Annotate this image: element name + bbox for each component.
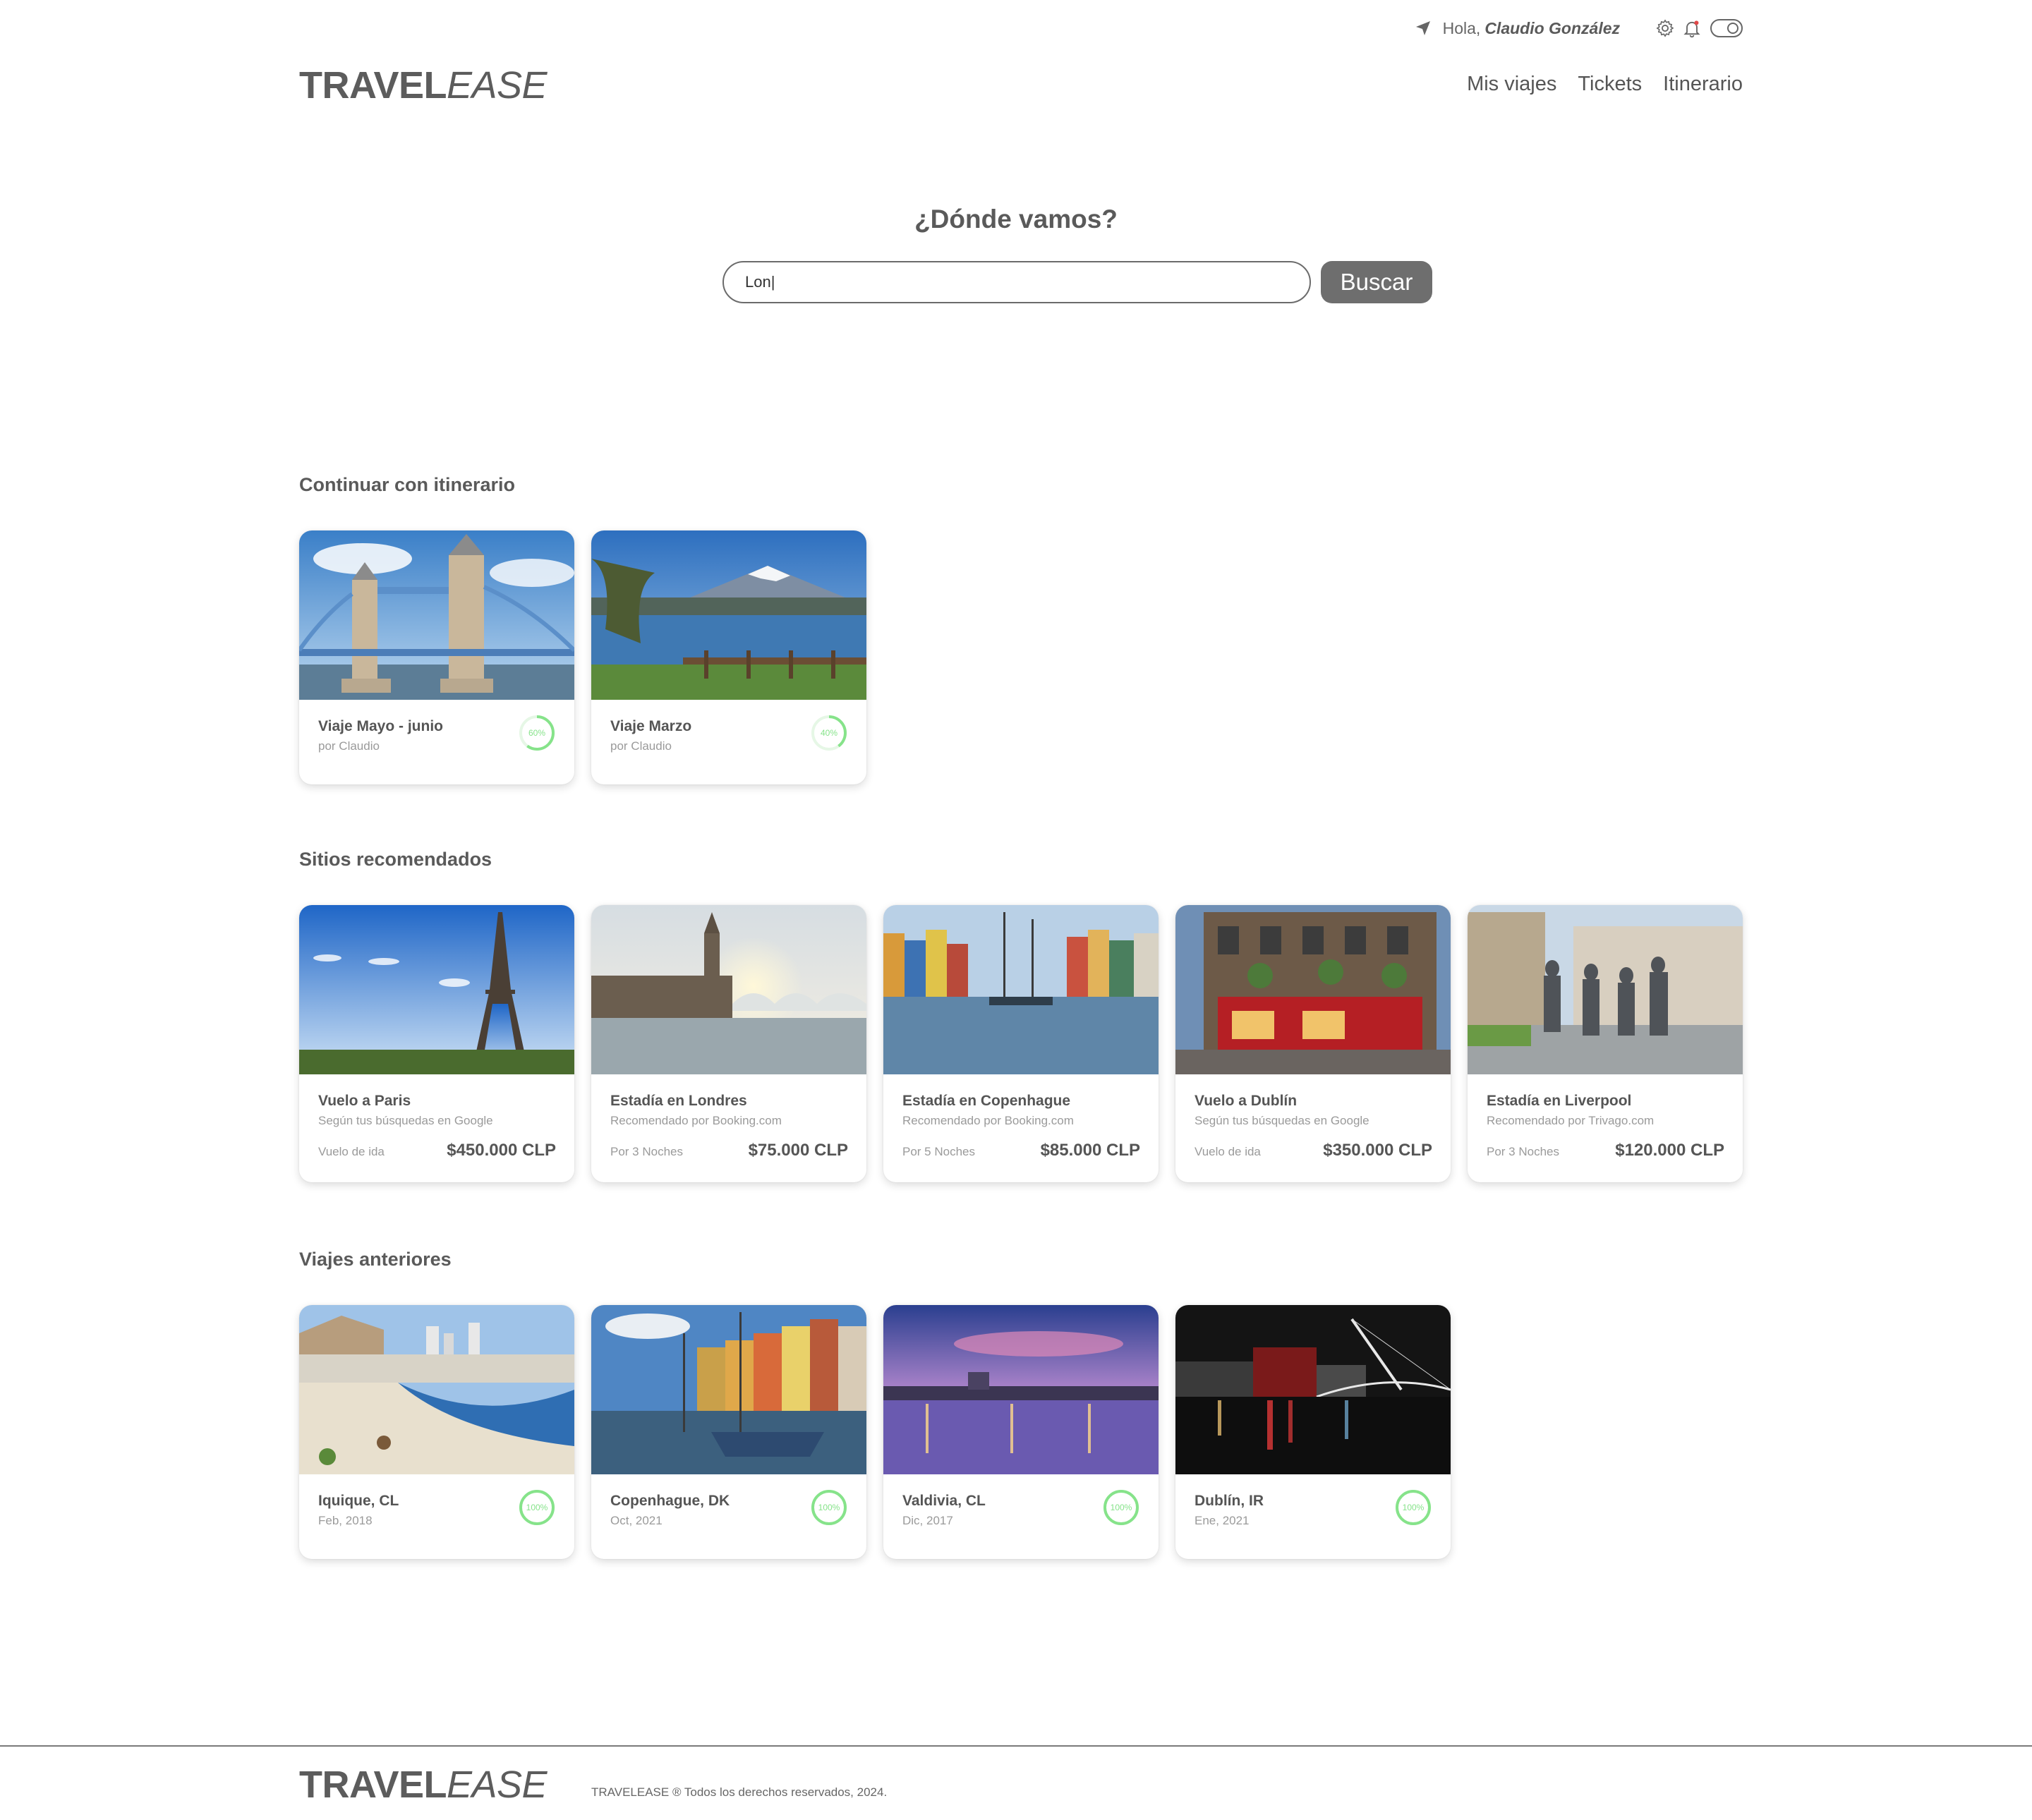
progress-ring: 60%	[518, 714, 556, 752]
card-image-eiffel-tower	[299, 905, 574, 1074]
footer-logo-italic: EASE	[447, 1764, 548, 1806]
previous-card[interactable]: Iquique, CL Feb, 2018 100%	[299, 1305, 574, 1559]
card-image-dublin-night	[1175, 1305, 1451, 1474]
card-price: $75.000 CLP	[748, 1141, 848, 1160]
logo-italic: EASE	[447, 64, 548, 107]
section-title-recommended: Sitios recomendados	[299, 849, 492, 870]
card-image-valdivia	[883, 1305, 1159, 1474]
card-meta: Por 3 Noches	[1487, 1145, 1559, 1158]
card-image-volcano-lake	[591, 530, 866, 700]
logo-bold: TRAVEL	[299, 64, 447, 107]
card-title: Vuelo a Dublín	[1195, 1093, 1298, 1109]
card-meta: Vuelo de ida	[1195, 1145, 1261, 1158]
card-subtitle: Según tus búsquedas en Google	[1195, 1114, 1369, 1127]
card-image-tower-bridge	[299, 530, 574, 700]
card-image-big-ben	[591, 905, 866, 1074]
search-bar: Buscar	[722, 261, 1432, 303]
card-title: Estadía en Londres	[610, 1093, 747, 1109]
recommended-card[interactable]: Estadía en Copenhague Recomendado por Bo…	[883, 905, 1159, 1182]
card-image-nyhavn	[883, 905, 1159, 1074]
progress-ring: 100%	[1102, 1488, 1140, 1527]
recommended-card[interactable]: Estadía en Londres Recomendado por Booki…	[591, 905, 866, 1182]
footer-copyright: TRAVELEASE ® Todos los derechos reservad…	[591, 1785, 888, 1799]
previous-card[interactable]: Copenhague, DK Oct, 2021 100%	[591, 1305, 866, 1559]
card-title: Vuelo a Paris	[318, 1093, 411, 1109]
progress-ring: 100%	[810, 1488, 848, 1527]
gear-icon[interactable]	[1655, 18, 1675, 38]
card-subtitle: Recomendado por Trivago.com	[1487, 1114, 1655, 1127]
card-price: $450.000 CLP	[447, 1141, 556, 1160]
card-subtitle: Recomendado por Booking.com	[902, 1114, 1074, 1127]
location-arrow-icon	[1415, 21, 1430, 35]
theme-toggle[interactable]	[1710, 19, 1743, 37]
itinerary-cards: Viaje Mayo - junio por Claudio 60% Viaje…	[299, 530, 866, 784]
progress-ring: 40%	[810, 714, 848, 752]
user-name[interactable]: Claudio González	[1484, 19, 1620, 38]
section-title-previous: Viajes anteriores	[299, 1249, 452, 1270]
user-greeting: Hola, Claudio González	[1415, 19, 1620, 38]
recommended-cards: Vuelo a Paris Según tus búsquedas en Goo…	[299, 905, 1743, 1182]
card-price: $350.000 CLP	[1323, 1141, 1432, 1160]
nav-itinerario[interactable]: Itinerario	[1663, 73, 1743, 96]
progress-label: 40%	[820, 728, 838, 738]
card-title: Estadía en Copenhague	[902, 1093, 1071, 1109]
card-title: Estadía en Liverpool	[1487, 1093, 1632, 1109]
main-nav: Mis viajes Tickets Itinerario	[1467, 73, 1743, 96]
card-subtitle: Según tus búsquedas en Google	[318, 1114, 493, 1127]
topbar: Hola, Claudio González	[1415, 17, 1743, 40]
greeting-text: Hola,	[1442, 18, 1481, 37]
search-button[interactable]: Buscar	[1321, 261, 1432, 303]
card-subtitle: Recomendado por Booking.com	[610, 1114, 782, 1127]
nav-tickets[interactable]: Tickets	[1578, 73, 1642, 96]
previous-cards: Iquique, CL Feb, 2018 100% Copenhague, D…	[299, 1305, 1451, 1559]
card-meta: Por 5 Noches	[902, 1145, 975, 1158]
itinerary-card[interactable]: Viaje Mayo - junio por Claudio 60%	[299, 530, 574, 784]
recommended-card[interactable]: Estadía en Liverpool Recomendado por Tri…	[1468, 905, 1743, 1182]
top-icons	[1655, 18, 1743, 38]
itinerary-card[interactable]: Viaje Marzo por Claudio 40%	[591, 530, 866, 784]
card-image-iquique	[299, 1305, 574, 1474]
card-image-temple-bar	[1175, 905, 1451, 1074]
progress-label: 100%	[526, 1503, 548, 1512]
progress-label: 100%	[818, 1503, 840, 1512]
progress-ring: 100%	[1394, 1488, 1432, 1527]
nav-mis-viajes[interactable]: Mis viajes	[1467, 73, 1556, 96]
previous-card[interactable]: Dublín, IR Ene, 2021 100%	[1175, 1305, 1451, 1559]
card-price: $85.000 CLP	[1040, 1141, 1140, 1160]
progress-label: 100%	[1110, 1503, 1132, 1512]
search-input[interactable]	[722, 261, 1311, 303]
footer-divider	[0, 1745, 2032, 1747]
card-image-beatles-statue	[1468, 905, 1743, 1074]
section-title-itinerary: Continuar con itinerario	[299, 474, 516, 495]
bell-icon[interactable]	[1682, 18, 1702, 38]
progress-label: 60%	[528, 728, 546, 738]
progress-label: 100%	[1402, 1503, 1425, 1512]
previous-card[interactable]: Valdivia, CL Dic, 2017 100%	[883, 1305, 1159, 1559]
card-meta: Vuelo de ida	[318, 1145, 385, 1158]
progress-ring: 100%	[518, 1488, 556, 1527]
footer-logo-bold: TRAVEL	[299, 1764, 447, 1806]
recommended-card[interactable]: Vuelo a Paris Según tus búsquedas en Goo…	[299, 905, 574, 1182]
toggle-knob	[1727, 23, 1738, 34]
logo[interactable]: TRAVELEASE	[299, 64, 548, 107]
card-price: $120.000 CLP	[1615, 1141, 1724, 1160]
card-meta: Por 3 Noches	[610, 1145, 683, 1158]
card-image-copenhagen-harbor	[591, 1305, 866, 1474]
footer-logo[interactable]: TRAVELEASE	[299, 1764, 548, 1806]
search-title: ¿Dónde vamos?	[914, 205, 1118, 233]
recommended-card[interactable]: Vuelo a Dublín Según tus búsquedas en Go…	[1175, 905, 1451, 1182]
